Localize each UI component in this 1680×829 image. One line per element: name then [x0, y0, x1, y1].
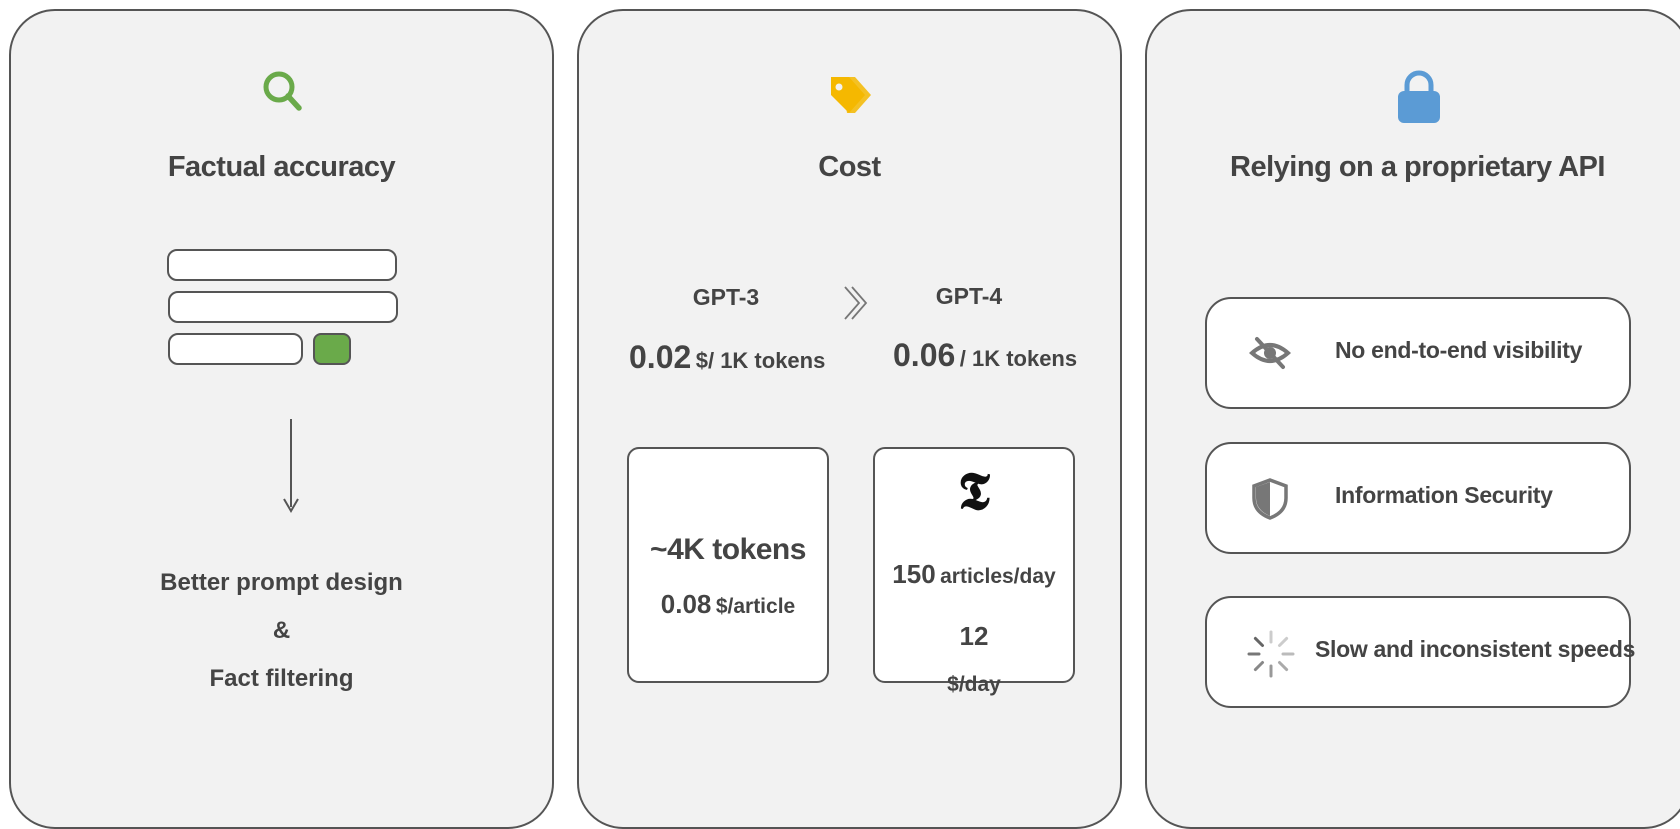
articles-per-day-unit: articles/day — [940, 565, 1056, 588]
articles-per-day-value: 150 — [892, 559, 936, 589]
risk-card-security: Information Security — [1205, 442, 1631, 554]
panel-cost: Cost GPT-3 0.02 $/ 1K tokens GPT-4 0.06 … — [577, 9, 1122, 829]
spinner-icon — [1247, 630, 1295, 678]
down-arrow-icon — [283, 419, 299, 513]
panel-title: Relying on a proprietary API — [1230, 151, 1605, 183]
price-per-day-value: 12 — [959, 621, 989, 651]
risk-label: Slow and inconsistent speeds — [1315, 636, 1636, 662]
submit-button-illustration — [313, 333, 351, 365]
per-day-card: 𝕿 150 articles/day 12 — [873, 447, 1075, 683]
risk-card-speed: Slow and inconsistent speeds — [1205, 596, 1635, 708]
panel-title: Cost — [818, 151, 881, 183]
double-chevron-right-icon — [844, 286, 868, 320]
model-a-price-value: 0.02 — [629, 339, 692, 375]
tokens-per-article: ~4K tokens — [650, 533, 806, 566]
panel-title: Factual accuracy — [167, 151, 396, 183]
price-tag-icon — [831, 77, 871, 113]
per-article-card: ~4K tokens 0.08 $/article — [627, 447, 829, 683]
solution-line-1: Better prompt design — [160, 569, 403, 596]
shield-icon — [1252, 478, 1288, 520]
model-a-price-unit: $/ 1K tokens — [695, 348, 826, 373]
model-b-price: 0.06 / 1K tokens — [893, 337, 1077, 374]
search-icon — [263, 71, 302, 111]
panel-factual-accuracy: Factual accuracy Better prompt design & … — [9, 9, 554, 829]
model-b-price-value: 0.06 — [893, 337, 956, 373]
model-b-name: GPT-4 — [935, 283, 1003, 309]
model-b-price-unit: / 1K tokens — [959, 346, 1078, 371]
solution-line-2: & — [272, 617, 291, 644]
risk-label: No end-to-end visibility — [1335, 337, 1583, 363]
risk-label: Information Security — [1335, 482, 1553, 508]
form-field-3 — [168, 333, 303, 365]
lock-icon — [1398, 70, 1440, 123]
risk-card-visibility: No end-to-end visibility — [1205, 297, 1631, 409]
price-per-article: 0.08 $/article — [629, 589, 827, 620]
panel-proprietary-api: Relying on a proprietary API No end-to-e… — [1145, 9, 1680, 829]
solution-line-3: Fact filtering — [209, 665, 354, 692]
model-a-name: GPT-3 — [692, 284, 760, 310]
form-field-2 — [168, 291, 398, 323]
eye-slash-icon — [1249, 337, 1291, 369]
form-field-1 — [167, 249, 397, 281]
model-a-price: 0.02 $/ 1K tokens — [629, 339, 825, 376]
price-per-day-unit: $/day — [947, 673, 1001, 696]
articles-per-day: 150 articles/day — [875, 559, 1073, 590]
newspaper-logo: 𝕿 — [958, 461, 990, 522]
price-per-article-unit: $/article — [715, 595, 796, 618]
price-per-article-value: 0.08 — [660, 589, 712, 619]
